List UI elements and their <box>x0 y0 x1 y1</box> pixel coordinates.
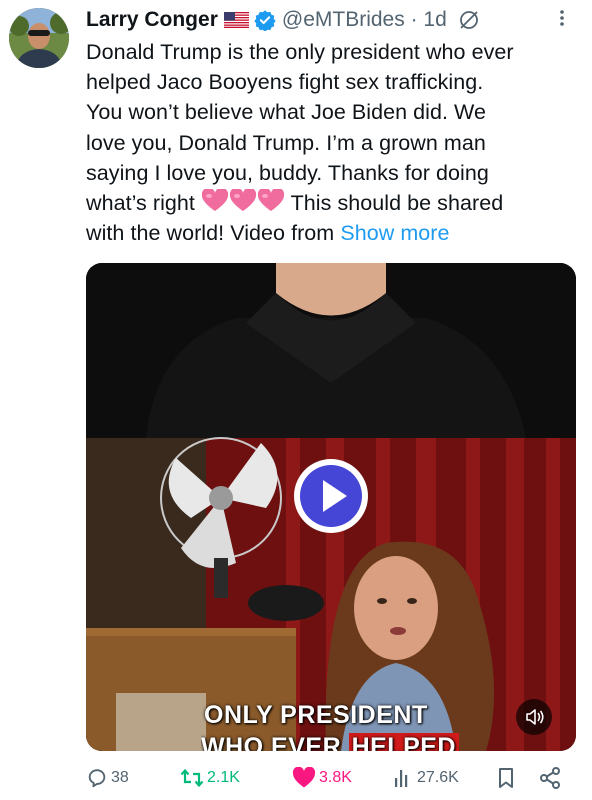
bookmark-button[interactable] <box>496 765 519 791</box>
tweet-text-line: with the world! Video from Show more <box>86 221 450 246</box>
repost-button[interactable]: 2.1K <box>180 765 240 791</box>
tweet-time: 1d <box>423 8 447 31</box>
show-more-link[interactable]: Show more <box>340 221 449 245</box>
volume-muted-icon <box>526 709 544 725</box>
play-icon[interactable] <box>291 456 371 536</box>
reply-icon <box>88 769 106 788</box>
tweet-text: Donald Trump is the only president who e… <box>86 37 576 248</box>
verified-badge-icon[interactable] <box>254 9 276 31</box>
repost-icon <box>180 768 204 788</box>
repost-count: 2.1K <box>207 769 240 786</box>
author-handle[interactable]: @eMTBrides · 1d <box>282 8 447 32</box>
tweet-header: Larry Conger @eMTBrides · 1d <box>86 6 572 34</box>
share-button[interactable] <box>538 765 565 791</box>
heart-icon <box>292 767 316 788</box>
grok-icon[interactable] <box>457 8 481 32</box>
tweet-text-line: helped Jaco Booyens fight sex traffickin… <box>86 70 484 95</box>
author-name[interactable]: Larry Conger <box>86 8 218 32</box>
like-button[interactable]: 3.8K <box>292 765 352 791</box>
view-count: 27.6K <box>417 769 459 786</box>
action-bar: 38 2.1K 3.8K 27.6K <box>86 765 576 791</box>
bookmark-icon <box>499 768 513 788</box>
video-player[interactable]: ONLY PRESIDENT WHO EVER HELPED <box>86 263 576 751</box>
avatar[interactable] <box>9 8 69 68</box>
reply-count: 38 <box>111 769 129 786</box>
views-button[interactable]: 27.6K <box>392 765 459 791</box>
like-count: 3.8K <box>319 769 352 786</box>
heart-emoji-icon <box>201 189 285 212</box>
tweet-text-line: love you, Donald Trump. I’m a grown man <box>86 130 486 155</box>
share-icon <box>540 767 560 789</box>
reply-button[interactable]: 38 <box>86 765 129 791</box>
video-caption-partial: WHO EVER HELPED <box>201 733 576 751</box>
avatar-photo <box>9 8 69 68</box>
us-flag-icon <box>223 12 249 28</box>
mute-button[interactable] <box>516 699 552 735</box>
tweet-text-line: You won’t believe what Joe Biden did. We <box>86 100 487 125</box>
more-options-icon[interactable] <box>552 6 572 34</box>
tweet-text-line: saying I love you, buddy. Thanks for doi… <box>86 160 489 185</box>
analytics-icon <box>395 770 408 787</box>
tweet-text-line: Donald Trump is the only president who e… <box>86 40 514 64</box>
tweet-text-line: what’s right This should be shared <box>86 188 576 218</box>
